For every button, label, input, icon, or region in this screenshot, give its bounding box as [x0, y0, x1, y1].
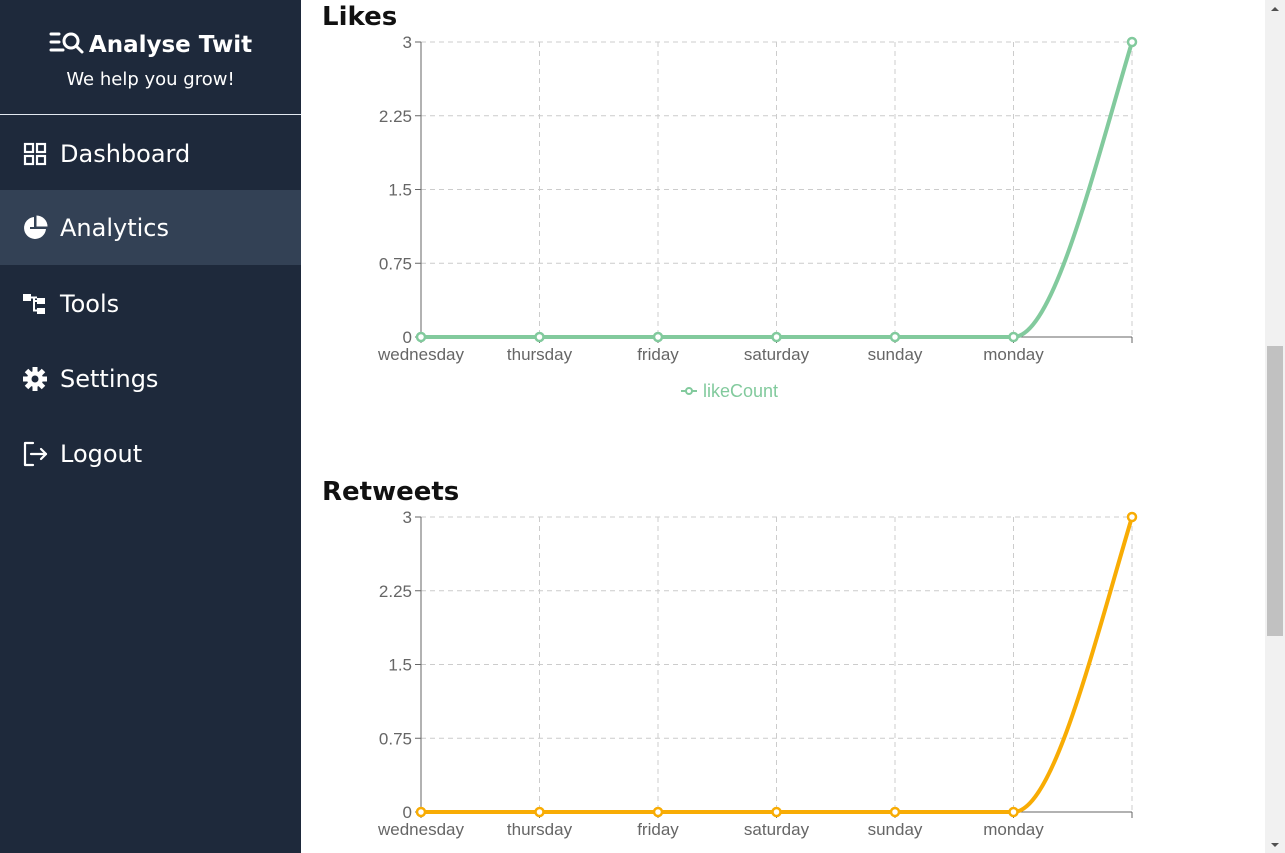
x-tick-label: monday — [983, 820, 1044, 839]
search-list-icon — [49, 30, 85, 60]
pie-chart-icon — [22, 215, 48, 241]
x-tick-label: saturday — [744, 345, 810, 364]
y-tick-label: 0.75 — [379, 254, 412, 273]
main-content: Likes 0 0.75 1.5 2.25 3 wednesday thursday frid… — [301, 0, 1265, 853]
scroll-down-arrow-icon[interactable] — [1265, 836, 1285, 853]
brand: Analyse Twit We help you grow! — [0, 0, 301, 115]
scrollbar[interactable] — [1265, 0, 1285, 853]
data-point[interactable] — [889, 806, 901, 818]
sidebar: Analyse Twit We help you grow! Dashboard… — [0, 0, 301, 853]
x-tick-label: monday — [983, 345, 1044, 364]
x-tick-label: saturday — [744, 820, 810, 839]
data-point[interactable] — [1008, 806, 1019, 818]
brand-subtitle: We help you grow! — [66, 69, 235, 90]
legend-label: likeCount — [703, 381, 778, 401]
sidebar-item-dashboard[interactable]: Dashboard — [0, 116, 301, 191]
y-tick-label: 1.5 — [388, 181, 412, 200]
x-tick-label: thursday — [507, 345, 573, 364]
brand-title: Analyse Twit — [88, 32, 253, 58]
data-point[interactable] — [652, 331, 664, 343]
sidebar-item-tools[interactable]: Tools — [0, 266, 301, 341]
hierarchy-icon — [22, 291, 48, 317]
sidebar-item-label: Dashboard — [60, 139, 191, 168]
x-tick-label: wednesday — [377, 345, 465, 364]
scroll-thumb[interactable] — [1267, 346, 1283, 636]
likes-chart: 00.751.52.253wednesday thursday friday satu… — [377, 33, 1138, 401]
y-tick-label: 2.25 — [379, 582, 412, 601]
data-point[interactable] — [1126, 36, 1138, 48]
data-point[interactable] — [415, 331, 427, 343]
sidebar-item-label: Tools — [60, 289, 120, 318]
data-point[interactable] — [889, 331, 901, 343]
sidebar-item-logout[interactable]: Logout — [0, 416, 301, 491]
x-tick-label: sunday — [868, 345, 923, 364]
sidebar-item-analytics[interactable]: Analytics — [0, 190, 301, 265]
legend-marker-dot — [685, 387, 693, 395]
sidebar-item-label: Settings — [60, 364, 159, 393]
data-point[interactable] — [415, 806, 427, 818]
x-tick-label: thursday — [507, 820, 573, 839]
sidebar-item-label: Analytics — [60, 213, 169, 242]
data-point[interactable] — [534, 806, 545, 818]
gear-icon — [22, 366, 48, 392]
scroll-up-arrow-icon[interactable] — [1265, 0, 1285, 17]
data-point[interactable] — [1008, 331, 1019, 343]
sidebar-item-label: Logout — [60, 439, 143, 468]
x-tick-label: wednesday — [377, 820, 465, 839]
y-tick-label: 2.25 — [379, 107, 412, 126]
y-tick-label: 0.75 — [379, 729, 412, 748]
x-tick-label: sunday — [868, 820, 923, 839]
data-point[interactable] — [652, 806, 664, 818]
y-tick-label: 3 — [403, 33, 412, 52]
y-tick-label: 1.5 — [388, 656, 412, 675]
data-point[interactable] — [771, 806, 782, 818]
x-tick-label: friday — [637, 820, 679, 839]
data-point[interactable] — [771, 331, 782, 343]
y-tick-label: 3 — [403, 508, 412, 527]
sidebar-item-settings[interactable]: Settings — [0, 341, 301, 416]
data-point[interactable] — [1126, 511, 1138, 523]
grid-icon — [22, 141, 48, 167]
logout-icon — [22, 441, 48, 467]
retweets-chart: 00.751.52.253wednesday thursday friday satu… — [377, 508, 1138, 839]
data-point[interactable] — [534, 331, 545, 343]
x-tick-label: friday — [637, 345, 679, 364]
